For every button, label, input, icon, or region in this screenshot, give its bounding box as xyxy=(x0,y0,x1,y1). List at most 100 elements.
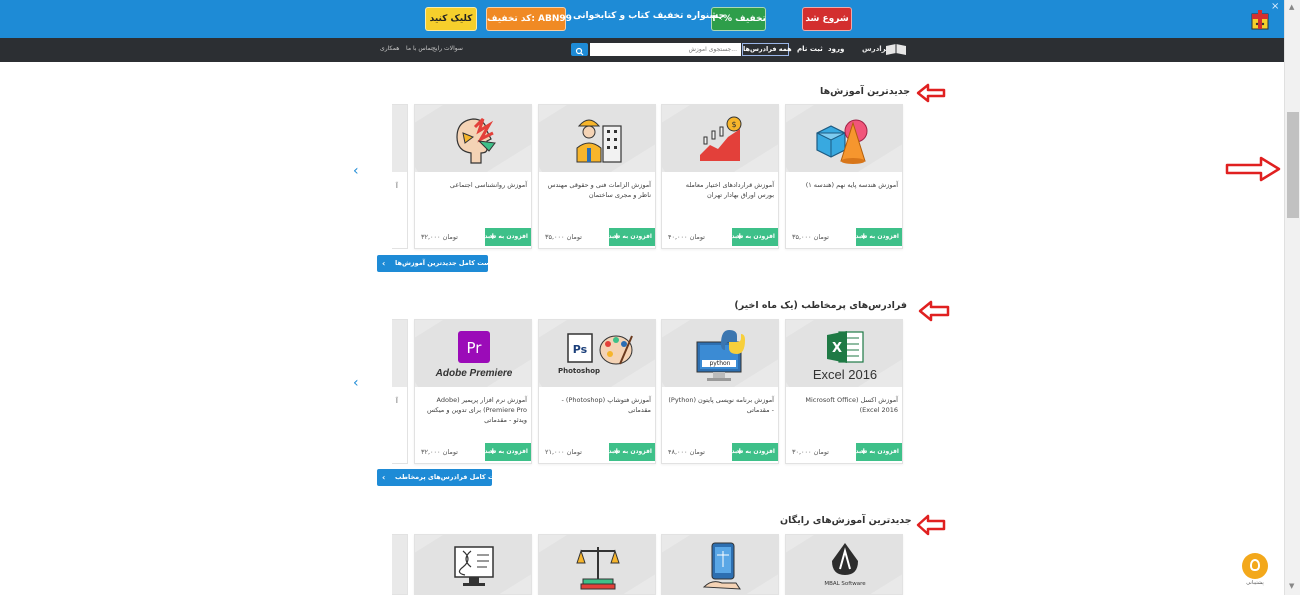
scrollbar-thumb[interactable] xyxy=(1287,112,1299,218)
course-price: ۳۰,۰۰۰ تومان xyxy=(792,448,829,456)
course-thumbnail xyxy=(415,535,531,594)
course-card[interactable] xyxy=(414,534,532,595)
course-card[interactable]: آموزش روانشناسی اجتماعی + افزودن به سبد ۳… xyxy=(414,104,532,249)
course-title: آموزش نرم افزار پریمیر (Adobe Premiere P… xyxy=(426,396,527,424)
add-to-cart-button[interactable]: + افزودن به سبد xyxy=(855,443,902,461)
course-title: آموزش فتوشاپ (Photoshop) - مقدماتی xyxy=(561,396,651,414)
page: × شروع شد ۴۰% تخفیف جشنواره تخفیف کتاب و… xyxy=(0,0,1300,595)
carousel-prev-icon[interactable]: ‹ xyxy=(353,163,359,179)
nav-link-partnership[interactable]: همکاری xyxy=(380,45,399,52)
svg-text:Pr: Pr xyxy=(467,339,483,357)
chevron-left-icon: ‹ xyxy=(382,473,386,482)
support-label: پشتیبانی xyxy=(1246,580,1264,586)
course-price: ۴۸,۰۰۰ تومان xyxy=(668,448,705,456)
brand-name[interactable]: فرادرس xyxy=(862,45,891,53)
course-thumbnail: Ps Photoshop xyxy=(539,320,655,387)
course-thumbnail: X Excel 2016 xyxy=(786,320,902,387)
course-price: ۳۵,۰۰۰ تومان xyxy=(792,233,829,241)
close-icon[interactable]: × xyxy=(1271,1,1279,12)
nav-link-faq[interactable]: سوالات رایج xyxy=(432,45,463,52)
photoshop-label: Photoshop xyxy=(557,367,601,375)
course-thumbnail: python xyxy=(662,320,778,387)
course-card[interactable]: X Excel 2016 آموزش اکسل (Microsoft Offic… xyxy=(785,319,903,464)
partial-course-card[interactable] xyxy=(392,534,408,595)
add-to-cart-button[interactable]: + افزودن به سبد xyxy=(855,228,902,246)
nav-link-contact[interactable]: تماس با ما xyxy=(406,45,433,52)
course-price: ۳۲,۰۰۰ تومان xyxy=(421,448,458,456)
mbal-label: MBAL Software xyxy=(824,581,866,587)
red-arrow-left-icon xyxy=(916,514,946,536)
promo-started-badge: شروع شد xyxy=(802,7,852,31)
all-courses-button[interactable]: همه فرادرس‌ها xyxy=(742,43,792,56)
phone-scale-icon xyxy=(702,542,741,590)
add-to-cart-button[interactable]: + افزودن به سبد xyxy=(608,443,655,461)
section-title-popular: فرادرس‌های پرمخاطب (یک ماه اخیر) xyxy=(734,300,907,311)
course-title: آموزش الزامات فنی و حقوقی مهندس ناظر و م… xyxy=(547,181,651,199)
carousel-prev-icon[interactable]: ‹ xyxy=(353,375,359,391)
course-thumbnail: $ xyxy=(662,105,778,172)
full-list-popular-button[interactable]: ‹ فهرست کامل فرادرس‌های پرمخاطب xyxy=(377,469,514,486)
promo-banner[interactable]: × شروع شد ۴۰% تخفیف جشنواره تخفیف کتاب و… xyxy=(0,0,1284,38)
signup-link[interactable]: ثبت نام xyxy=(797,45,823,53)
add-to-cart-button[interactable]: + افزودن به سبد xyxy=(484,228,531,246)
section-title-newest: جدیدترین آموزش‌ها xyxy=(820,86,911,97)
chevron-left-icon: ‹ xyxy=(382,259,386,268)
add-to-cart-button[interactable]: + افزودن به سبد xyxy=(608,228,655,246)
course-card[interactable]: آموزش هندسه پایه نهم (هندسه ۱) + افزودن ب… xyxy=(785,104,903,249)
course-card[interactable]: آموزش الزامات فنی و حقوقی مهندس ناظر و م… xyxy=(538,104,656,249)
course-card[interactable]: MBAL Software xyxy=(785,534,903,595)
top-nav: فرادرس ورود ثبت نام همه فرادرس‌ها سوالات… xyxy=(0,38,1284,62)
course-title: آموزش اکسل (Microsoft Office Excel 2016) xyxy=(805,396,898,414)
partial-course-card[interactable]: آ xyxy=(392,319,408,464)
svg-text:$: $ xyxy=(731,120,736,129)
svg-text:X: X xyxy=(832,341,842,356)
course-card[interactable] xyxy=(661,534,779,595)
scroll-down-icon[interactable]: ▼ xyxy=(1289,582,1294,590)
stock-chart-icon: $ xyxy=(700,116,742,161)
python-icon xyxy=(696,330,745,381)
add-to-cart-button[interactable]: + افزودن به سبد xyxy=(731,228,778,246)
course-card[interactable]: Pr Adobe Premiere آموزش نرم افزار پریمیر… xyxy=(414,319,532,464)
search-icon xyxy=(575,47,584,56)
login-link[interactable]: ورود xyxy=(828,45,844,53)
add-to-cart-button[interactable]: + افزودن به سبد xyxy=(731,443,778,461)
head-psychology-icon xyxy=(456,117,496,164)
course-card[interactable]: $ آموزش قراردادهای اختیار معامله بورس او… xyxy=(661,104,779,249)
course-title: آموزش قراردادهای اختیار معامله بورس اورا… xyxy=(685,181,774,199)
excel-label: Excel 2016 xyxy=(812,367,878,382)
red-arrow-right-icon xyxy=(1225,156,1281,182)
course-thumbnail xyxy=(539,535,655,594)
red-arrow-left-icon xyxy=(916,83,946,103)
promo-click-button[interactable]: کلیک کنید xyxy=(425,7,477,31)
search-button[interactable] xyxy=(571,43,588,56)
law-scale-books-icon xyxy=(576,547,620,590)
premiere-label: Adobe Premiere xyxy=(435,368,513,379)
add-to-cart-button[interactable]: + افزودن به سبد xyxy=(484,443,531,461)
course-price: ۳۵,۰۰۰ تومان xyxy=(545,233,582,241)
photoshop-icon: Ps xyxy=(567,333,633,365)
geometry-shapes-icon xyxy=(816,119,868,164)
mbal-logo-icon xyxy=(832,543,858,575)
page-scrollbar[interactable]: ▲ ▼ xyxy=(1284,0,1300,595)
course-card[interactable]: Ps Photoshop آموزش فتوشاپ (Photoshop) - … xyxy=(538,319,656,464)
course-title: آموزش هندسه پایه نهم (هندسه ۱) xyxy=(805,181,898,189)
course-card[interactable] xyxy=(538,534,656,595)
promo-headline: جشنواره تخفیف کتاب و کتابخوانی xyxy=(573,11,726,21)
scroll-up-icon[interactable]: ▲ xyxy=(1289,3,1294,11)
full-list-newest-button[interactable]: ‹ فهرست کامل جدیدترین آموزش‌ها xyxy=(377,255,503,272)
engineer-building-icon xyxy=(576,119,622,163)
support-face-icon xyxy=(1250,559,1260,571)
support-chat-button[interactable]: پشتیبانی xyxy=(1242,553,1268,586)
red-arrow-left-icon xyxy=(918,300,950,322)
search-input[interactable] xyxy=(590,43,741,56)
promo-code-badge: کد تخفیف: ABN99 xyxy=(486,7,572,31)
section-title-free: جدیدترین آموزش‌های رایگان xyxy=(780,515,912,526)
course-card[interactable]: python آموزش برنامه نویسی پایتون (Python… xyxy=(661,319,779,464)
excel-icon: X xyxy=(827,331,864,363)
course-thumbnail xyxy=(415,105,531,172)
course-price: ۳۲,۰۰۰ تومان xyxy=(421,233,458,241)
partial-course-card[interactable]: آ xyxy=(392,104,408,249)
premiere-icon: Pr xyxy=(458,331,490,363)
course-thumbnail xyxy=(786,105,902,172)
course-thumbnail xyxy=(662,535,778,594)
